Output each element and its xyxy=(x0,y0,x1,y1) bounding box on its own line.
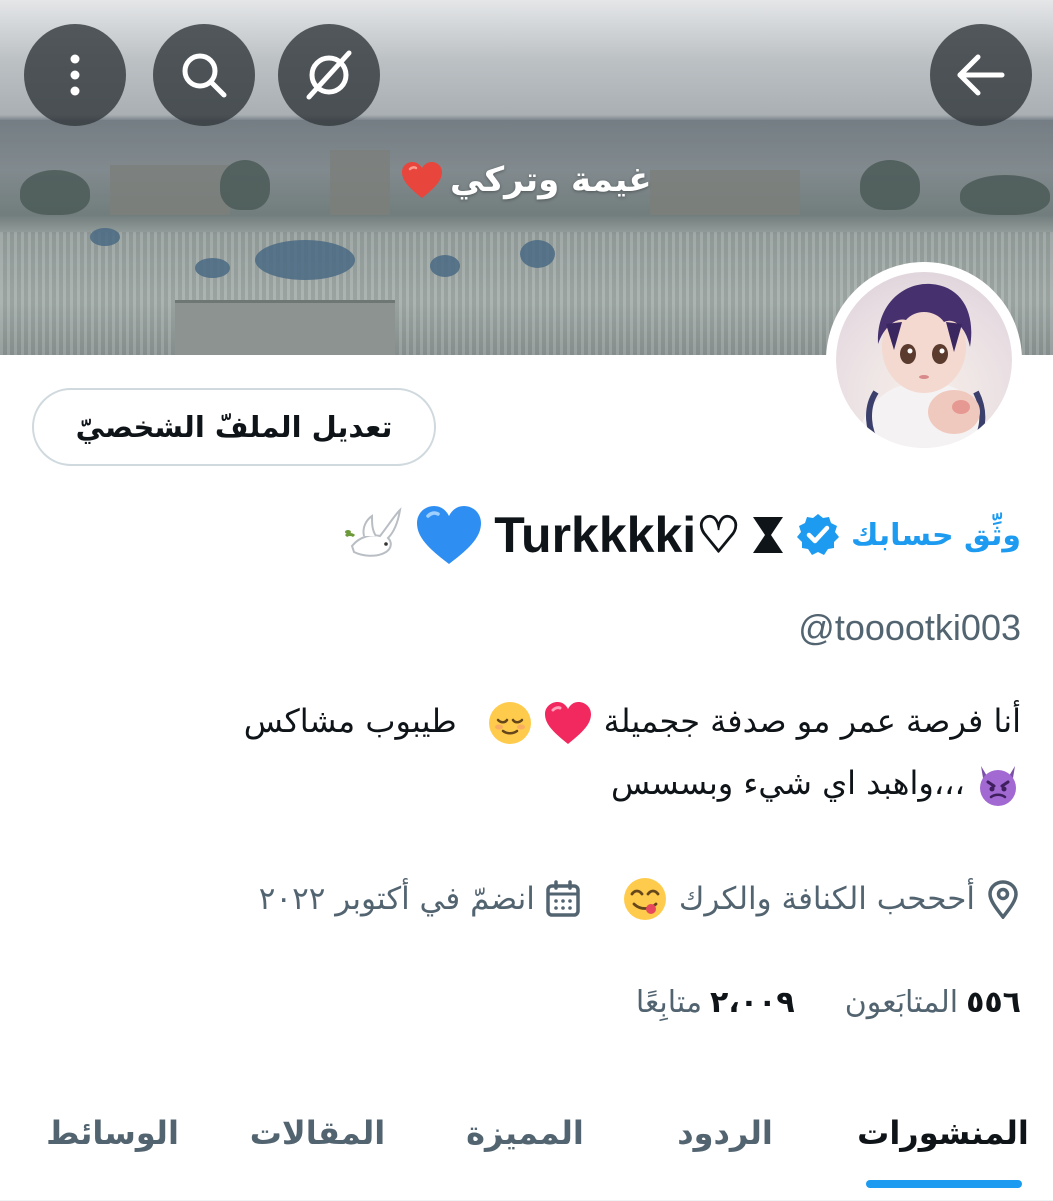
followers-label: المتابَعون xyxy=(844,984,959,1020)
banner-tree xyxy=(220,160,270,210)
bio-text-1b: طيبوب مشاكس xyxy=(243,702,457,740)
banner-tree xyxy=(20,170,90,215)
hide-icon xyxy=(306,50,352,100)
search-button[interactable] xyxy=(153,24,255,126)
bio-text-2: ،،،واهبد اي شيء وبسسس xyxy=(610,764,965,802)
dove-icon xyxy=(345,507,402,557)
location-text: أحححب الكنافة والكرك xyxy=(678,881,975,917)
profile-bio: أنا فرصة عمر مو صدفة ججميلة طيبوب مشاكس xyxy=(161,690,1021,814)
location-pin-icon xyxy=(988,880,1018,919)
banner-caption-text: غيمة وتركي xyxy=(450,160,652,200)
profile-meta: أحححب الكنافة والكرك انضمّ في أكتوبر ٢٠٢… xyxy=(259,868,1021,930)
banner-shrub xyxy=(430,255,460,277)
red-heart-icon xyxy=(402,162,442,198)
tab-posts[interactable]: المنشورات xyxy=(850,1098,1036,1168)
tab-media[interactable]: الوسائط xyxy=(35,1098,190,1168)
tab-articles[interactable]: المقالات xyxy=(240,1098,395,1168)
bio-line-1: أنا فرصة عمر مو صدفة ججميلة طيبوب مشاكس xyxy=(161,690,1021,752)
hide-button[interactable] xyxy=(278,24,380,126)
following-link[interactable]: ٢،٠٠٩ متابِعًا xyxy=(636,985,795,1020)
bio-text-1: أنا فرصة عمر مو صدفة ججميلة xyxy=(603,702,1021,740)
followers-count: ٥٥٦ xyxy=(966,984,1021,1020)
name-row: Turkkkki♡ وثِّق حسابك xyxy=(342,500,1021,570)
display-name: Turkkkki♡ xyxy=(494,507,741,563)
back-arrow-icon xyxy=(957,54,1005,96)
ribbon-icon xyxy=(752,517,783,553)
following-count: ٢،٠٠٩ xyxy=(710,984,795,1020)
avatar[interactable] xyxy=(826,262,1022,458)
banner-shrub xyxy=(520,240,555,268)
banner-building xyxy=(330,150,390,215)
tab-replies[interactable]: الردود xyxy=(650,1098,800,1168)
follow-counts: ٥٥٦ المتابَعون ٢،٠٠٩ متابِعًا xyxy=(636,975,1021,1029)
calendar-icon xyxy=(546,880,580,917)
banner-tree xyxy=(860,160,920,210)
blue-heart-icon xyxy=(417,506,482,564)
joined-date: انضمّ في أكتوبر ٢٠٢٢ xyxy=(258,881,535,917)
edit-profile-button[interactable]: تعديل الملفّ الشخصيّ xyxy=(32,388,436,466)
following-label: متابِعًا xyxy=(635,984,703,1020)
verify-account-link[interactable]: وثِّق حسابك xyxy=(851,518,1021,553)
more-options-button[interactable] xyxy=(24,24,126,126)
avatar-illustration xyxy=(856,283,994,448)
banner-shrub xyxy=(195,258,230,278)
banner-water-tank xyxy=(175,300,395,355)
search-icon xyxy=(182,53,227,98)
back-button[interactable] xyxy=(930,24,1032,126)
pink-heart-icon xyxy=(545,702,592,744)
bio-line-2: ،،،واهبد اي شيء وبسسس xyxy=(161,752,1021,814)
username-handle: @tooootki003 xyxy=(798,607,1021,648)
relieved-face-icon xyxy=(489,702,532,744)
banner-building xyxy=(110,165,230,215)
banner-caption: غيمة وتركي xyxy=(400,150,652,210)
banner-tree xyxy=(960,175,1050,215)
more-icon xyxy=(70,54,80,96)
followers-link[interactable]: ٥٥٦ المتابَعون xyxy=(845,985,1021,1020)
banner-shrub xyxy=(255,240,355,280)
yummy-face-icon xyxy=(623,878,666,920)
tab-highlights[interactable]: المميزة xyxy=(450,1098,600,1168)
banner-building xyxy=(650,170,800,215)
banner-shrub xyxy=(90,228,120,246)
avatar-image xyxy=(836,272,1012,448)
active-tab-indicator xyxy=(866,1180,1022,1188)
verified-badge-icon[interactable] xyxy=(795,512,841,558)
smiling-devil-icon xyxy=(980,766,1016,806)
